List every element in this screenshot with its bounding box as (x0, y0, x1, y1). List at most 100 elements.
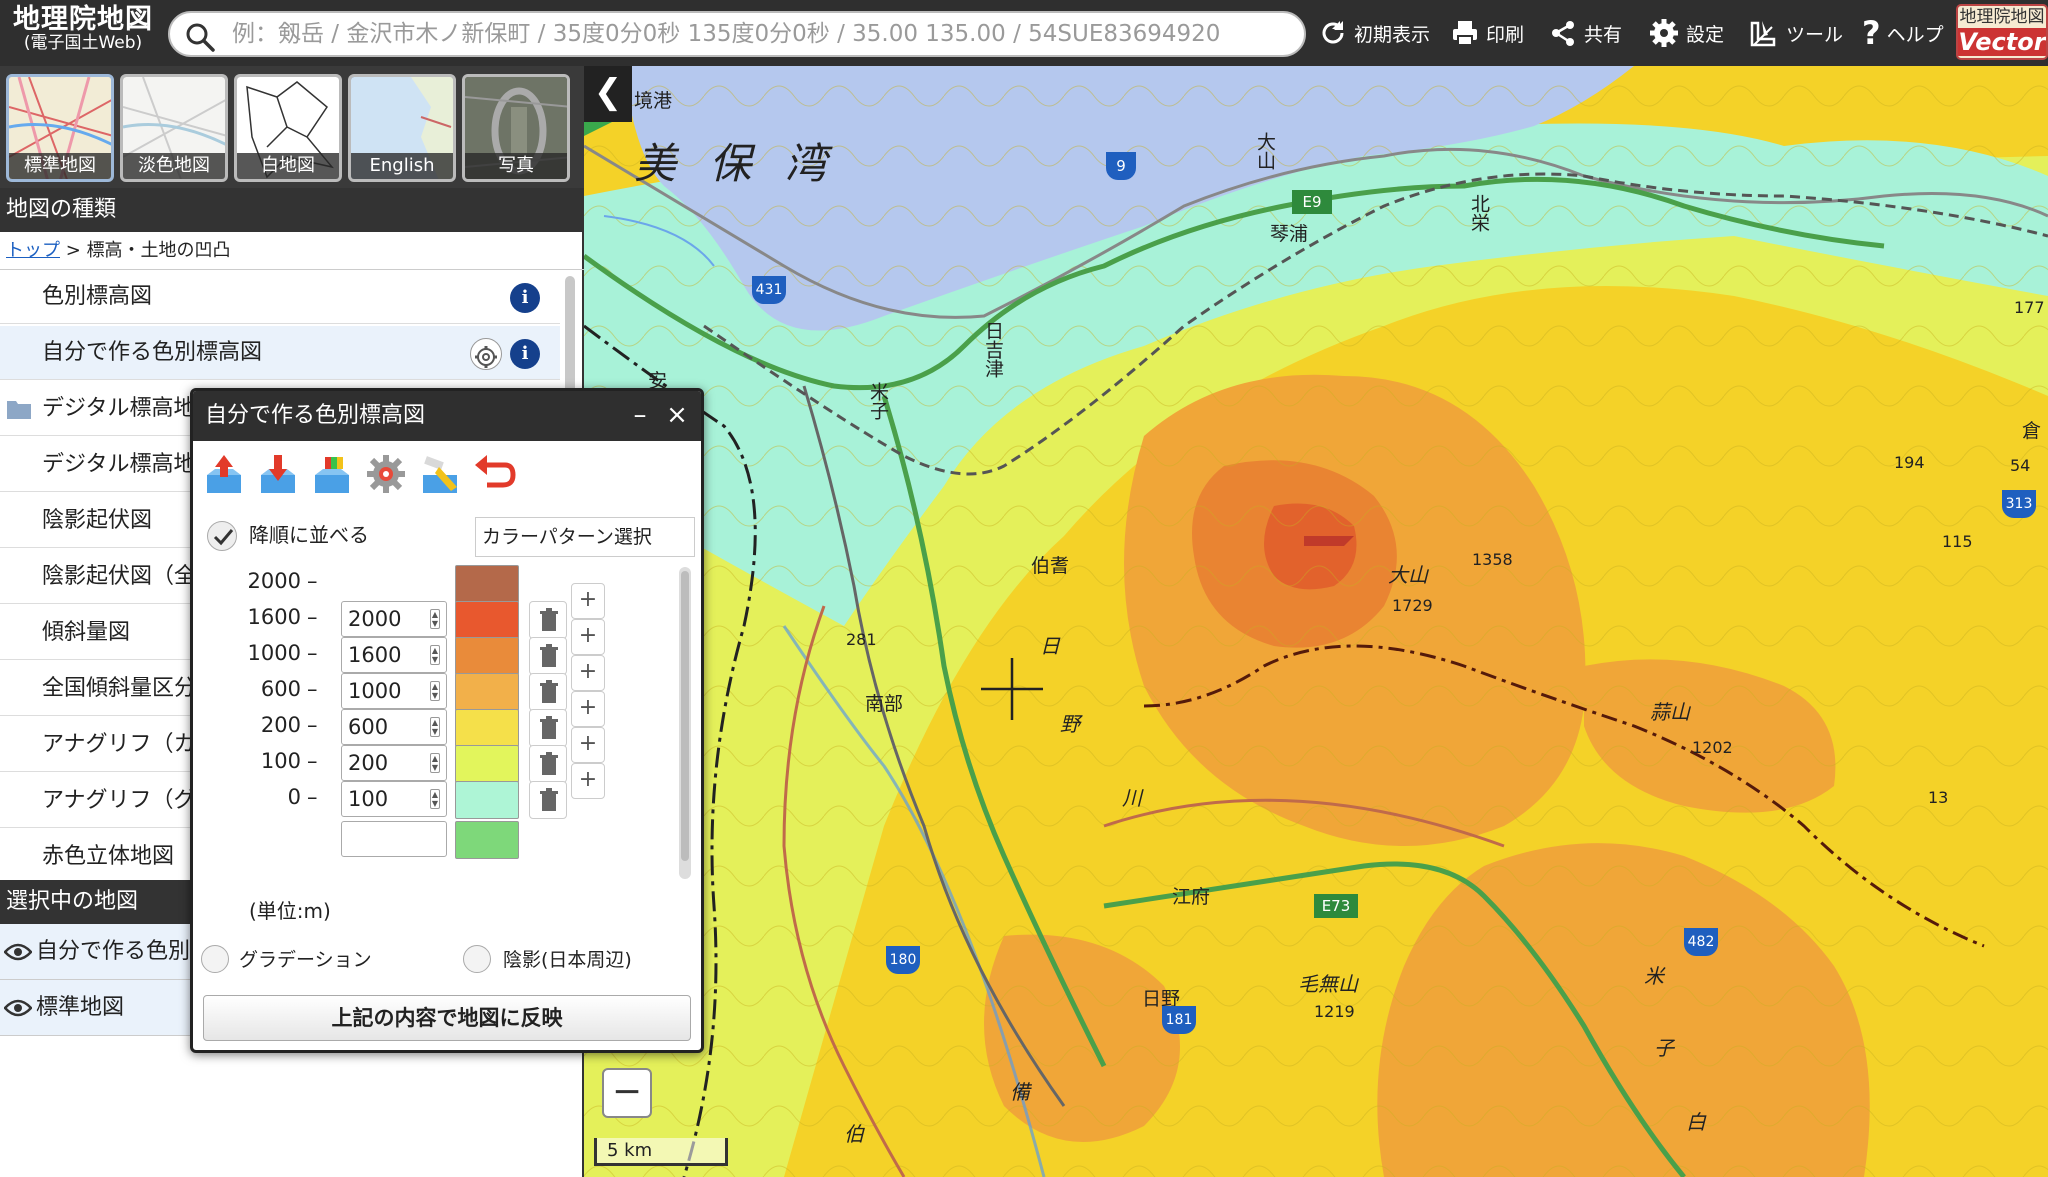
print-button[interactable]: 印刷 (1450, 10, 1524, 56)
dialog-scrollbar[interactable] (679, 567, 691, 879)
basemap-photo-label: 写真 (465, 153, 567, 179)
map-label-sakaiminato: 境港 (634, 90, 673, 112)
breadcrumb-top-link[interactable]: トップ (6, 240, 60, 261)
range-high-value: 1600 (348, 643, 402, 667)
help-label: ヘルプ (1886, 23, 1944, 46)
spinner-icon[interactable]: ▲ ▼ (430, 609, 440, 629)
map-label-elev-1202: 1202 (1692, 738, 1733, 757)
display-options-row: グラデーション 陰影(日本周辺) (193, 935, 701, 985)
add-row-button[interactable]: + (571, 691, 605, 727)
reset-view-button[interactable]: 初期表示 (1318, 10, 1430, 56)
spinner-icon[interactable]: ▲ ▼ (430, 753, 440, 773)
basemap-blank[interactable]: 白地図 (234, 74, 342, 182)
search-icon[interactable] (184, 21, 216, 53)
selected-map-label: 標準地図 (36, 995, 125, 1020)
gradation-radio[interactable] (201, 945, 229, 973)
range-dash: – (307, 749, 318, 773)
gear-icon[interactable] (470, 338, 502, 370)
help-button[interactable]: ? ヘルプ (1862, 10, 1944, 56)
logo-subtitle: (電子国土Web) (23, 33, 143, 53)
map-label-elev-194: 194 (1894, 453, 1925, 472)
settings-label: 設定 (1686, 23, 1725, 46)
range-high-input[interactable] (341, 821, 447, 857)
settings-gear-icon[interactable] (363, 451, 409, 497)
share-button[interactable]: 共有 (1548, 10, 1622, 56)
vector-map-link[interactable]: 地理院地図 Vector (1956, 4, 2048, 60)
eye-icon[interactable] (4, 942, 32, 962)
add-row-button[interactable]: + (571, 619, 605, 655)
print-label: 印刷 (1486, 23, 1525, 46)
basemap-pale[interactable]: 淡色地図 (120, 74, 228, 182)
add-row-button[interactable]: + (571, 727, 605, 763)
basemap-english[interactable]: English (348, 74, 456, 182)
info-icon[interactable]: i (510, 283, 540, 313)
minimize-button[interactable]: – (625, 397, 655, 433)
range-high-input[interactable]: 1000 ▲ ▼ (341, 673, 447, 709)
zoom-out-button[interactable]: − (602, 1068, 652, 1118)
map-label-elev-177: 177 (2014, 298, 2045, 317)
close-button[interactable]: × (661, 397, 693, 433)
add-row-button[interactable]: + (571, 763, 605, 799)
map-label-elev-1219: 1219 (1314, 1002, 1355, 1021)
upload-icon[interactable] (201, 451, 247, 497)
share-label: 共有 (1584, 23, 1623, 46)
route-shield-482: 482 (1684, 928, 1718, 956)
map-type-section-title: 地図の種類 (0, 188, 584, 232)
range-high-value: 100 (348, 787, 389, 811)
tools-button[interactable]: ツール (1748, 10, 1843, 56)
layer-item-custom-elevation[interactable]: 自分で作る色別標高図 i (0, 326, 560, 380)
shade-radio[interactable] (463, 945, 491, 973)
apply-to-map-button[interactable]: 上記の内容で地図に反映 (203, 995, 691, 1041)
color-box-icon[interactable] (309, 451, 355, 497)
map-label-bi: 備 (1010, 1080, 1030, 1104)
share-icon (1552, 21, 1574, 46)
range-color-swatch[interactable] (455, 821, 519, 859)
map-label-daisen-town: 大山 (1254, 132, 1276, 170)
spinner-icon[interactable]: ▲ ▼ (430, 789, 440, 809)
basemap-photo[interactable]: 写真 (462, 74, 570, 182)
map-label-haku: 伯 (844, 1122, 864, 1146)
basemap-standard-label: 標準地図 (9, 153, 111, 179)
route-shield-281: 281 (846, 630, 877, 649)
color-pattern-select[interactable]: カラーパターン選択 (475, 517, 695, 557)
breadcrumb-separator: > (65, 240, 81, 261)
range-high-input[interactable]: 2000 ▲ ▼ (341, 601, 447, 637)
map-label-river-no: 野 (1060, 712, 1080, 736)
settings-button[interactable]: 設定 (1648, 10, 1724, 56)
map-canvas[interactable]: 美 保 湾 境港 大山 琴浦 北栄 日吉津 米子 伯耆 南部 大山 1358 1… (584, 66, 2048, 1177)
range-high-input[interactable]: 1600 ▲ ▼ (341, 637, 447, 673)
map-label-daisen-peak: 大山 (1388, 563, 1428, 587)
add-row-button[interactable]: + (571, 655, 605, 691)
range-dash: – (307, 569, 318, 593)
spinner-icon[interactable]: ▲ ▼ (430, 645, 440, 665)
add-row-button[interactable]: + (571, 583, 605, 619)
brush-icon[interactable] (417, 451, 463, 497)
range-high-input[interactable]: 200 ▲ ▼ (341, 745, 447, 781)
eye-icon[interactable] (4, 998, 32, 1018)
spinner-icon[interactable]: ▲ ▼ (430, 681, 440, 701)
basemap-standard[interactable]: 標準地図 (6, 74, 114, 182)
app-root: 地理院地図 (電子国土Web) 初期表示 印刷 共有 設定 ツール ? (0, 0, 2048, 1177)
map-label-yonago: 米子 (867, 382, 889, 420)
range-low-value: 100 (260, 749, 301, 773)
selected-map-label: 自分で作る色別 (36, 939, 191, 964)
range-high-input[interactable]: 100 ▲ ▼ (341, 781, 447, 817)
dialog-scrollbar-thumb[interactable] (681, 571, 689, 861)
route-shield-9: 9 (1106, 152, 1136, 180)
map-label-nanbu: 南部 (865, 693, 904, 715)
undo-icon[interactable] (471, 451, 517, 497)
download-icon[interactable] (255, 451, 301, 497)
range-dash: – (307, 785, 318, 809)
info-icon[interactable]: i (510, 339, 540, 369)
breadcrumb: トップ > 標高・土地の凹凸 (0, 232, 584, 270)
map-label-kotoura: 琴浦 (1270, 223, 1309, 245)
sort-descending-checkbox[interactable] (207, 521, 237, 551)
tools-icon (1750, 21, 1776, 47)
layer-item-color-elevation[interactable]: 色別標高図 i (0, 270, 560, 324)
search-input[interactable] (232, 19, 1292, 49)
range-high-input[interactable]: 600 ▲ ▼ (341, 709, 447, 745)
spinner-icon[interactable]: ▲ ▼ (430, 717, 440, 737)
reset-view-label: 初期表示 (1354, 23, 1431, 46)
app-logo[interactable]: 地理院地図 (電子国土Web) (4, 6, 162, 62)
collapse-sidebar-button[interactable]: ❮ (584, 66, 632, 122)
